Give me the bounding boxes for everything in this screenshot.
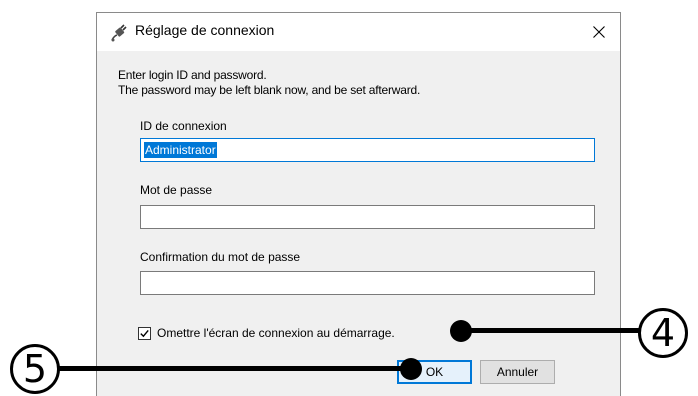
close-button[interactable] (578, 13, 620, 51)
login-id-value: Administrator (144, 142, 217, 158)
password-label: Mot de passe (140, 183, 213, 197)
confirm-password-input[interactable] (140, 271, 595, 295)
login-id-input[interactable]: Administrator (140, 138, 595, 162)
skip-login-label: Omettre l'écran de connexion au démarrag… (157, 326, 395, 340)
password-input[interactable] (140, 205, 595, 229)
plug-icon (108, 22, 130, 44)
callout-4-marker: 4 (638, 308, 688, 358)
close-icon (593, 26, 605, 38)
confirm-password-label: Confirmation du mot de passe (140, 250, 301, 264)
dialog-title: Réglage de connexion (135, 22, 275, 38)
skip-login-checkbox[interactable] (138, 327, 151, 340)
callout-5-line (58, 366, 410, 371)
login-settings-dialog: Réglage de connexion Enter login ID and … (96, 12, 621, 396)
title-bar: Réglage de connexion (97, 13, 620, 51)
cancel-button[interactable]: Annuler (480, 360, 555, 384)
callout-4-line (461, 328, 641, 333)
instruction-text-1: Enter login ID and password. (118, 68, 267, 82)
callout-5-dot (400, 358, 422, 380)
login-id-label: ID de connexion (140, 119, 227, 133)
callout-5-marker: 5 (10, 344, 60, 394)
instruction-text-2: The password may be left blank now, and … (118, 83, 421, 97)
checkmark-icon (140, 329, 149, 338)
